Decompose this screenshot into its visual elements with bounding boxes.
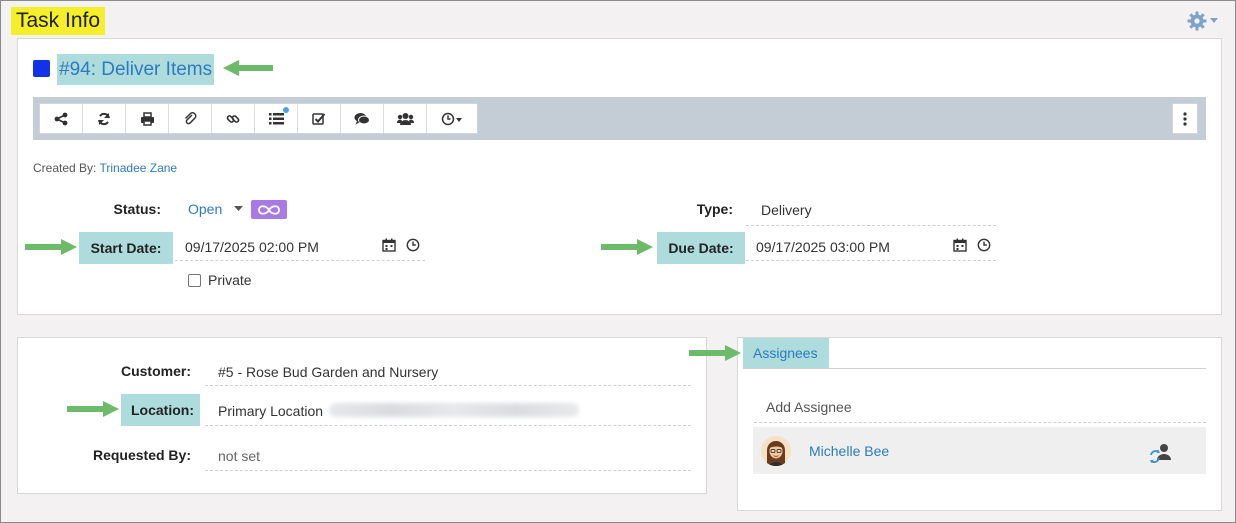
arrow-right-annotation-icon xyxy=(601,239,653,255)
comments-button[interactable] xyxy=(341,104,384,133)
refresh-icon xyxy=(98,112,110,125)
type-label: Type: xyxy=(696,201,733,217)
link-icon xyxy=(226,114,240,123)
due-date-value: 09/17/2025 03:00 PM xyxy=(756,239,890,255)
requested-by-label: Requested By: xyxy=(92,447,191,463)
caret-down-icon xyxy=(234,206,244,211)
caret-down-icon xyxy=(1210,18,1218,23)
redacted-address xyxy=(329,403,579,417)
calendar-icon[interactable] xyxy=(382,238,396,252)
type-value: Delivery xyxy=(761,202,812,218)
settings-menu[interactable] xyxy=(1187,11,1218,31)
customer-field[interactable]: #5 - Rose Bud Garden and Nursery xyxy=(205,356,691,386)
due-date-label: Due Date: xyxy=(657,232,745,264)
private-checkbox[interactable] xyxy=(188,274,201,287)
arrow-right-annotation-icon xyxy=(25,239,77,255)
created-by-label: Created By: xyxy=(33,161,97,175)
task-toolbar xyxy=(33,97,1206,140)
share-button[interactable] xyxy=(40,104,83,133)
infinity-icon xyxy=(258,204,280,215)
assignees-tab[interactable]: Assignees xyxy=(743,338,829,369)
clock-icon[interactable] xyxy=(977,238,991,252)
location-label: Location: xyxy=(121,394,200,426)
users-icon xyxy=(396,112,414,125)
time-dropdown-button[interactable] xyxy=(427,104,477,133)
checkbox-icon xyxy=(312,112,326,125)
gear-icon xyxy=(1187,11,1207,31)
clock-icon[interactable] xyxy=(406,238,420,252)
refresh-button[interactable] xyxy=(83,104,126,133)
more-options-button[interactable] xyxy=(1172,103,1198,134)
reassign-user-icon[interactable] xyxy=(1149,443,1173,463)
task-title[interactable]: #94: Deliver Items xyxy=(57,54,215,85)
arrow-right-annotation-icon xyxy=(689,345,741,361)
status-dropdown[interactable]: Open xyxy=(188,201,244,217)
page-title: Task Info xyxy=(11,7,106,35)
toolbar-button-group xyxy=(39,103,478,134)
type-field[interactable]: Delivery xyxy=(746,194,996,226)
users-button[interactable] xyxy=(384,104,427,133)
add-assignee-input[interactable]: Add Assignee xyxy=(754,391,1206,423)
start-date-field[interactable]: 09/17/2025 02:00 PM xyxy=(175,231,425,261)
clock-dropdown-icon xyxy=(441,112,462,125)
arrow-left-annotation-icon xyxy=(223,60,273,76)
customer-label: Customer: xyxy=(120,363,191,379)
arrow-right-annotation-icon xyxy=(67,401,119,417)
location-value: Primary Location xyxy=(218,403,324,419)
print-button[interactable] xyxy=(126,104,169,133)
recurring-badge[interactable] xyxy=(251,200,287,219)
vertical-ellipsis-icon xyxy=(1183,111,1187,126)
private-label: Private xyxy=(208,272,252,288)
assignees-divider xyxy=(743,368,1206,369)
checklist-button[interactable] xyxy=(255,104,298,133)
due-date-field[interactable]: 09/17/2025 03:00 PM xyxy=(746,231,996,261)
customer-value: #5 - Rose Bud Garden and Nursery xyxy=(218,364,439,380)
print-icon xyxy=(140,111,154,126)
notification-dot xyxy=(283,107,289,113)
created-by-link[interactable]: Trinadee Zane xyxy=(100,161,178,175)
requested-by-value: not set xyxy=(218,448,261,464)
list-icon xyxy=(268,113,284,125)
requested-by-field[interactable]: not set xyxy=(205,440,691,471)
attach-button[interactable] xyxy=(169,104,212,133)
status-label: Status: xyxy=(113,201,161,217)
calendar-icon[interactable] xyxy=(953,238,967,252)
start-date-label: Start Date: xyxy=(79,232,173,264)
avatar-image xyxy=(761,436,791,466)
created-by: Created By: Trinadee Zane xyxy=(33,161,177,175)
share-icon xyxy=(54,112,68,125)
avatar xyxy=(761,436,791,466)
status-value: Open xyxy=(188,201,223,217)
link-button[interactable] xyxy=(212,104,255,133)
todo-button[interactable] xyxy=(298,104,341,133)
assignee-name-link[interactable]: Michelle Bee xyxy=(809,443,889,459)
comments-icon xyxy=(354,112,370,124)
start-date-value: 09/17/2025 02:00 PM xyxy=(185,239,319,255)
paperclip-icon xyxy=(184,111,197,124)
task-color-indicator xyxy=(33,60,50,77)
